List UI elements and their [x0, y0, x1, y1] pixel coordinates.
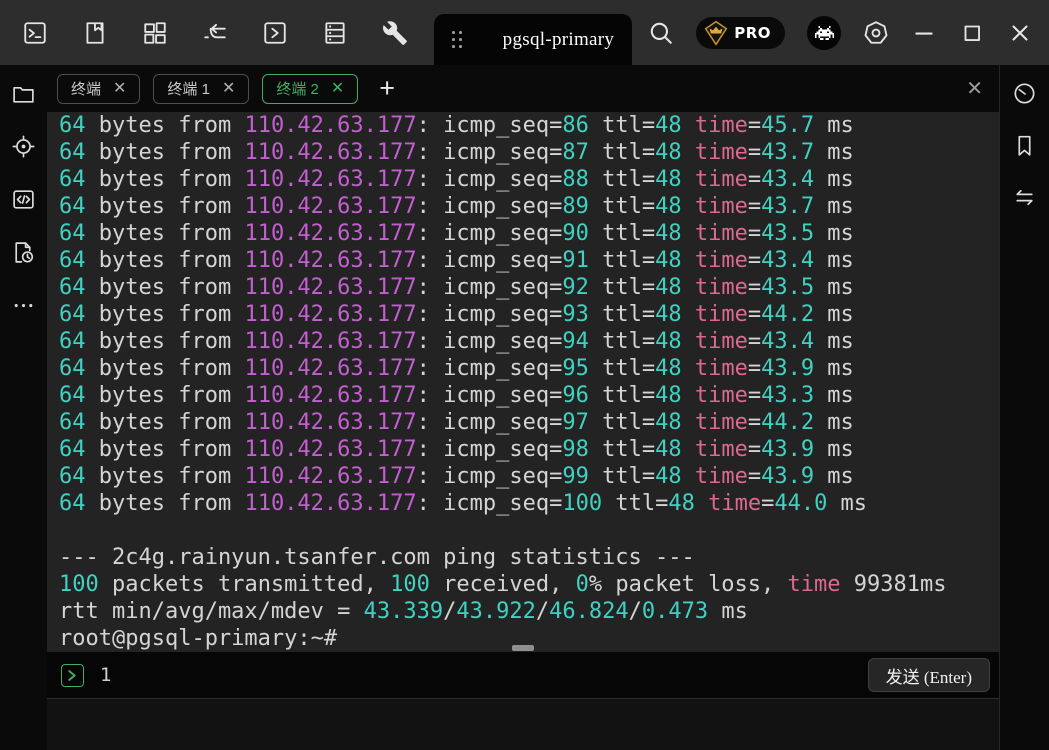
crown-diamond-icon: [703, 20, 729, 46]
ping-output-line: 64 bytes from 110.42.63.177: icmp_seq=87…: [59, 139, 999, 166]
folder-icon[interactable]: [11, 80, 37, 106]
speed-gauge-icon[interactable]: [1012, 80, 1038, 106]
tab-label: 终端: [71, 78, 101, 99]
splitter-handle[interactable]: [512, 645, 534, 651]
titlebar-right: PRO: [648, 16, 1033, 50]
stats-line: rtt min/avg/max/mdev = 43.339/43.922/46.…: [59, 598, 999, 625]
server-list-icon[interactable]: [322, 20, 348, 46]
ping-output-line: 64 bytes from 110.42.63.177: icmp_seq=91…: [59, 247, 999, 274]
ping-output-line: 64 bytes from 110.42.63.177: icmp_seq=86…: [59, 112, 999, 139]
wrench-icon[interactable]: [382, 20, 408, 46]
command-input-row: 1 发送 (Enter): [47, 652, 999, 698]
session-tab-title: pgsql-primary: [503, 29, 615, 51]
locate-target-icon[interactable]: [11, 133, 37, 159]
blank-line: [59, 517, 999, 544]
ping-output-line: 64 bytes from 110.42.63.177: icmp_seq=95…: [59, 355, 999, 382]
ping-output-line: 64 bytes from 110.42.63.177: icmp_seq=88…: [59, 166, 999, 193]
transfer-arrows-icon[interactable]: [1012, 184, 1038, 210]
terminal-output[interactable]: 64 bytes from 110.42.63.177: icmp_seq=86…: [47, 112, 999, 652]
more-ellipsis-icon[interactable]: [11, 292, 37, 318]
ping-output-line: 64 bytes from 110.42.63.177: icmp_seq=98…: [59, 436, 999, 463]
tab-close-icon[interactable]: ✕: [113, 81, 126, 97]
toolbar: [22, 20, 408, 46]
search-icon[interactable]: [648, 20, 674, 46]
ping-output-line: 64 bytes from 110.42.63.177: icmp_seq=10…: [59, 490, 999, 517]
run-terminal-icon[interactable]: [262, 20, 288, 46]
send-button[interactable]: 发送 (Enter): [868, 658, 990, 692]
layout-grid-icon[interactable]: [142, 20, 168, 46]
app-window: pgsql-primary PRO: [0, 0, 1049, 750]
tab-close-icon[interactable]: ✕: [331, 81, 344, 97]
main-area: 终端 ✕ 终端 1 ✕ 终端 2 ✕ + ✕ 64 bytes from 110.42.6…: [0, 65, 1049, 750]
add-tab-button[interactable]: +: [379, 75, 395, 102]
pro-label: PRO: [734, 24, 771, 42]
terminal-tab[interactable]: 终端 1 ✕: [153, 74, 249, 104]
minimize-button[interactable]: [911, 20, 937, 46]
left-sidebar: [0, 65, 47, 750]
tab-label: 终端 2: [276, 78, 319, 99]
ping-output-line: 64 bytes from 110.42.63.177: icmp_seq=97…: [59, 409, 999, 436]
prompt-chevron-icon: [61, 664, 84, 687]
settings-icon[interactable]: [863, 20, 889, 46]
ping-output-line: 64 bytes from 110.42.63.177: icmp_seq=90…: [59, 220, 999, 247]
ping-output-line: 64 bytes from 110.42.63.177: icmp_seq=96…: [59, 382, 999, 409]
tab-label: 终端 1: [167, 78, 210, 99]
terminal-icon[interactable]: [22, 20, 48, 46]
drag-handle-icon[interactable]: [452, 31, 462, 48]
right-sidebar: [999, 65, 1049, 750]
command-input[interactable]: 1: [100, 664, 868, 686]
close-button[interactable]: [1007, 20, 1033, 46]
stats-line: --- 2c4g.rainyun.tsanfer.com ping statis…: [59, 544, 999, 571]
code-icon[interactable]: [11, 186, 37, 212]
pro-badge[interactable]: PRO: [696, 17, 785, 49]
panel-close-icon[interactable]: ✕: [966, 79, 983, 99]
ping-output-line: 64 bytes from 110.42.63.177: icmp_seq=93…: [59, 301, 999, 328]
connection-tree-icon[interactable]: [202, 20, 228, 46]
bookmark-icon[interactable]: [1012, 132, 1038, 158]
tab-close-icon[interactable]: ✕: [222, 81, 235, 97]
terminal-tab[interactable]: 终端 ✕: [57, 74, 140, 104]
terminal-tabbar: 终端 ✕ 终端 1 ✕ 终端 2 ✕ + ✕: [47, 65, 999, 112]
stats-line: 100 packets transmitted, 100 received, 0…: [59, 571, 999, 598]
ping-output-line: 64 bytes from 110.42.63.177: icmp_seq=92…: [59, 274, 999, 301]
file-history-icon[interactable]: [11, 239, 37, 265]
terminal-tab[interactable]: 终端 2 ✕: [262, 74, 358, 104]
bottom-panel: [47, 698, 999, 750]
space-invader-icon[interactable]: [807, 16, 841, 50]
ping-output-line: 64 bytes from 110.42.63.177: icmp_seq=94…: [59, 328, 999, 355]
terminal-panel: 终端 ✕ 终端 1 ✕ 终端 2 ✕ + ✕ 64 bytes from 110.42.6…: [47, 65, 999, 750]
terminal-tabs: 终端 ✕ 终端 1 ✕ 终端 2 ✕: [57, 74, 371, 104]
maximize-button[interactable]: [959, 20, 985, 46]
session-tab-pgsql-primary[interactable]: pgsql-primary: [434, 14, 632, 65]
titlebar: pgsql-primary PRO: [0, 0, 1049, 65]
book-icon[interactable]: [82, 20, 108, 46]
ping-output-line: 64 bytes from 110.42.63.177: icmp_seq=99…: [59, 463, 999, 490]
ping-output-line: 64 bytes from 110.42.63.177: icmp_seq=89…: [59, 193, 999, 220]
